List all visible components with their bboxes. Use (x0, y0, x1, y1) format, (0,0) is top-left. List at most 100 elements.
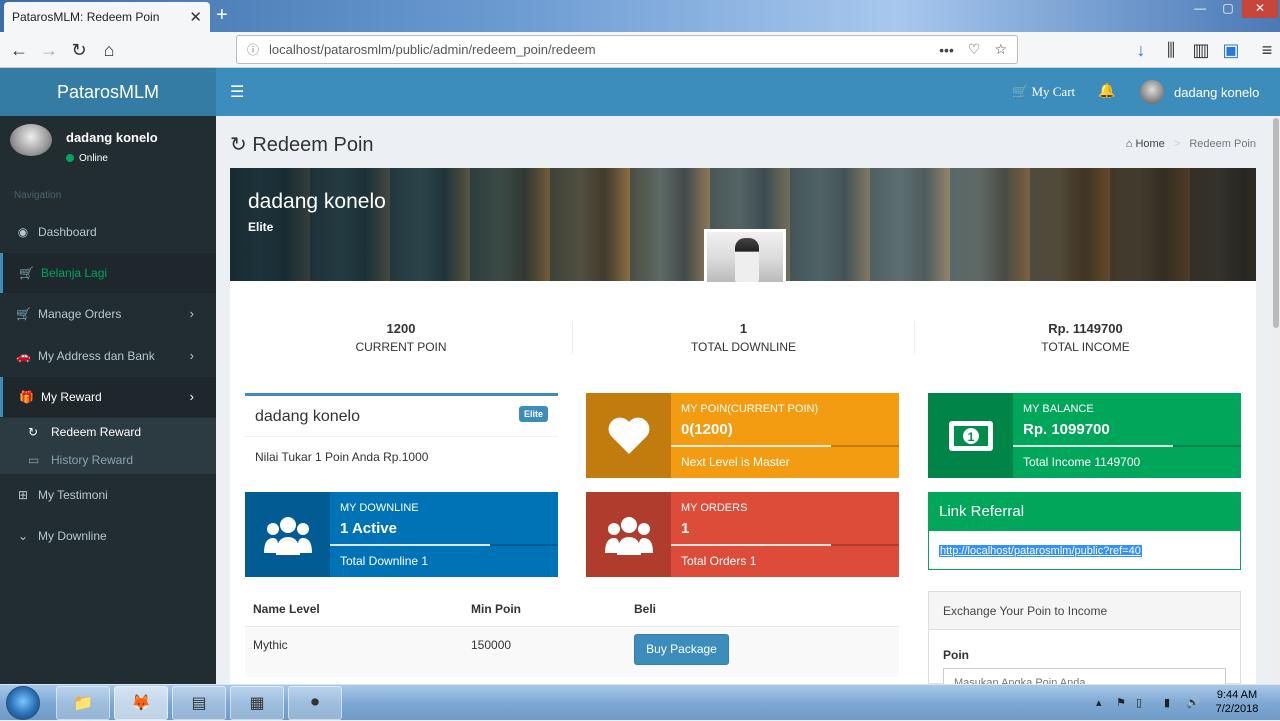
browser-tab[interactable]: PatarosMLM: Redeem Poin ✕ (4, 2, 210, 32)
nav-header: Navigation (14, 190, 62, 201)
download-icon[interactable]: ↓ (1130, 38, 1152, 62)
sidebar-item-my-downline[interactable]: ⌄ My Downline (0, 516, 216, 556)
battery-icon[interactable]: ▯ (1136, 696, 1142, 709)
cover-user-level: Elite (248, 220, 274, 234)
stat-total-downline: 1 TOTAL DOWNLINE (572, 321, 914, 354)
dashboard-icon: ◉ (17, 225, 29, 239)
app-taskbar-icon[interactable]: ▤ (172, 686, 226, 720)
min-poin-cell: 150000 (471, 638, 512, 652)
sidebar-avatar (10, 124, 52, 156)
info-icon[interactable]: ⓘ (247, 41, 259, 58)
referral-title: Link Referral (929, 493, 1240, 531)
pocket-icon[interactable]: ♡ (968, 41, 981, 58)
reload-icon[interactable]: ↻ (68, 38, 90, 62)
breadcrumb-current: Redeem Poin (1189, 138, 1256, 150)
level-name-cell: Mythic (253, 638, 288, 652)
users-icon (245, 492, 330, 577)
library-icon[interactable]: ⫼ (1160, 38, 1182, 62)
money-icon: ▭ (28, 453, 40, 467)
cover-user-name: dadang konelo (248, 190, 386, 213)
orders-progress (671, 544, 831, 546)
main-content: ↻ Redeem Poin ⌂ Home > Redeem Poin dadan… (216, 116, 1272, 684)
flag-icon[interactable]: ⚑ (1116, 696, 1126, 709)
poin-progress (671, 445, 831, 447)
sidebar-toggle-icon[interactable]: ▥ (1190, 38, 1212, 62)
explorer-taskbar-icon[interactable]: 📁 (56, 686, 110, 720)
url-bar[interactable]: ⓘ localhost/patarosmlm/public/admin/rede… (236, 35, 1018, 64)
browser-tab-bar: PatarosMLM: Redeem Poin ✕ + — ▢ ✕ (0, 0, 1280, 32)
close-tab-icon[interactable]: ✕ (189, 8, 202, 26)
balance-progress (1013, 445, 1173, 447)
app-logo[interactable]: PatarosMLM (0, 68, 216, 116)
online-status: Online (66, 153, 108, 164)
online-dot-icon (66, 154, 74, 162)
referral-box: Link Referral http://localhost/patarosml… (928, 492, 1241, 570)
more-icon[interactable]: ••• (939, 42, 954, 58)
gift-icon: 🎁 (19, 390, 34, 404)
heart-icon (586, 393, 671, 478)
network-taskbar-icon[interactable]: ▦ (230, 686, 284, 720)
exchange-form: Exchange Your Poin to Income Poin (928, 591, 1241, 684)
taskbar: 📁 🦊 ▤ ▦ ⏺ ▴ ⚑ ▯ ▮ 🔊 9:44 AM 7/2/2018 (0, 684, 1280, 720)
sidebar-item-my-address[interactable]: 🚗 My Address dan Bank › (0, 336, 216, 376)
profile-image (704, 229, 786, 285)
money-icon: 1 (928, 393, 1013, 478)
sidebar-item-manage-orders[interactable]: 🛒 Manage Orders › (0, 294, 216, 334)
record-taskbar-icon[interactable]: ⏺ (288, 686, 342, 720)
close-window-icon[interactable]: ✕ (1242, 0, 1278, 18)
back-icon[interactable]: ← (8, 38, 30, 62)
tray-expand-icon[interactable]: ▴ (1096, 696, 1102, 709)
start-button[interactable] (6, 686, 40, 720)
signal-icon[interactable]: ▮ (1164, 696, 1170, 709)
forward-icon[interactable]: → (38, 38, 60, 62)
minimize-icon[interactable]: — (1186, 0, 1214, 18)
infobox-my-poin: MY POIN(CURRENT POIN) 0(1200) Next Level… (586, 393, 899, 478)
extension-icon[interactable]: ▣ (1220, 38, 1242, 62)
car-icon: 🚗 (16, 349, 31, 363)
page-title: ↻ Redeem Poin (230, 134, 374, 156)
home-icon[interactable]: ⌂ (98, 38, 120, 62)
poin-input[interactable] (943, 668, 1226, 684)
menu-icon[interactable]: ≡ (1256, 38, 1278, 62)
new-tab-icon[interactable]: + (216, 4, 228, 26)
my-cart-link[interactable]: 🛒 My Cart (1012, 84, 1075, 100)
browser-nav-bar: ← → ↻ ⌂ ⓘ localhost/patarosmlm/public/ad… (0, 32, 1280, 68)
breadcrumb-home[interactable]: Home (1135, 138, 1164, 150)
sidebar-item-my-reward[interactable]: 🎁 My Reward › (0, 377, 216, 417)
maximize-icon[interactable]: ▢ (1214, 0, 1242, 18)
referral-link[interactable]: http://localhost/patarosmlm/public?ref=4… (939, 545, 1142, 557)
cart-icon: 🛒 (19, 266, 34, 280)
page-scrollbar[interactable] (1272, 116, 1280, 684)
breadcrumb: ⌂ Home > Redeem Poin (1125, 138, 1256, 150)
col-header-name-level: Name Level (253, 602, 320, 616)
sidebar-subitem-redeem-reward[interactable]: ↻ Redeem Reward (0, 418, 216, 446)
level-badge: Elite (518, 406, 548, 422)
infobox-my-orders: MY ORDERS 1 Total Orders 1 (586, 492, 899, 577)
table-row (245, 627, 899, 677)
chevron-right-icon: › (189, 389, 194, 404)
plus-square-icon: ⊞ (17, 488, 29, 502)
taskbar-clock[interactable]: 9:44 AM 7/2/2018 (1212, 688, 1262, 716)
header-user-name[interactable]: dadang konelo (1174, 85, 1259, 100)
cart-icon: 🛒 (16, 307, 31, 321)
header-avatar[interactable] (1140, 80, 1164, 104)
sidebar-item-dashboard[interactable]: ◉ Dashboard (0, 212, 216, 252)
sidebar-item-my-testimoni[interactable]: ⊞ My Testimoni (0, 475, 216, 515)
tab-title: PatarosMLM: Redeem Poin (12, 10, 160, 24)
chevron-right-icon: › (189, 348, 194, 363)
firefox-taskbar-icon[interactable]: 🦊 (114, 686, 168, 720)
stat-total-income: Rp. 1149700 TOTAL INCOME (914, 321, 1256, 354)
hamburger-icon[interactable]: ☰ (230, 82, 244, 102)
buy-package-button[interactable]: Buy Package (634, 634, 729, 665)
app-header: ☰ 🛒 My Cart 🔔 dadang konelo (216, 68, 1280, 116)
downline-progress (330, 544, 490, 546)
bookmark-star-icon[interactable]: ☆ (994, 41, 1007, 58)
volume-icon[interactable]: 🔊 (1186, 696, 1200, 709)
infobox-my-balance: 1 MY BALANCE Rp. 1099700 Total Income 11… (928, 393, 1241, 478)
sidebar-item-belanja-lagi[interactable]: 🛒 Belanja Lagi (0, 253, 216, 293)
bell-icon[interactable]: 🔔 (1098, 82, 1115, 99)
profile-stats: 1200 CURRENT POIN 1 TOTAL DOWNLINE Rp. 1… (230, 281, 1256, 373)
userbox-name: dadang konelo (255, 408, 360, 425)
sidebar-subitem-history-reward[interactable]: ▭ History Reward (0, 446, 216, 474)
home-icon: ⌂ (1125, 138, 1133, 150)
